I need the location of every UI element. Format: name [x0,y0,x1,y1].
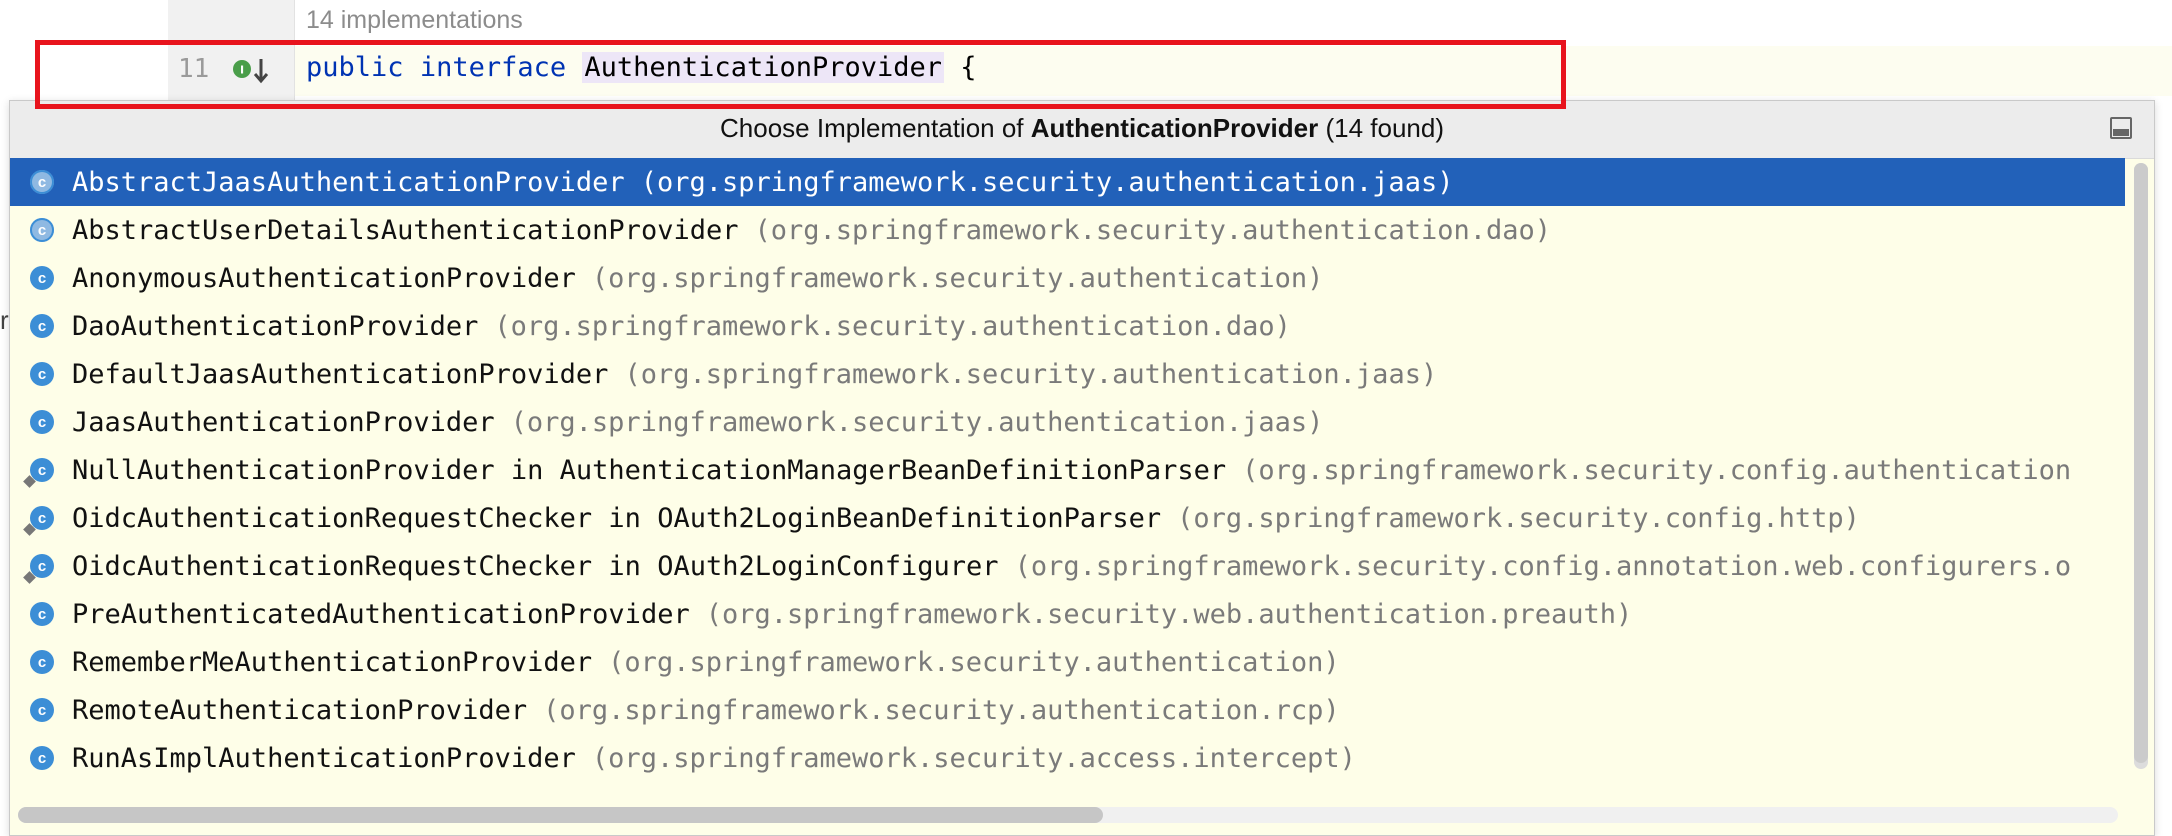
package-name: (org.springframework.security.authentica… [543,694,1340,726]
implemented-gutter-icon[interactable]: I [232,58,272,84]
popup-title-interface: AuthenticationProvider [1030,113,1319,143]
class-icon-letter: c [37,509,47,527]
popup-title-count: (14 found) [1318,113,1444,143]
class-icon-letter: c [37,653,47,671]
keyword-public: public [306,52,404,83]
list-item[interactable]: c NullAuthenticationProvider in Authentic… [10,446,2125,494]
package-name: (org.springframework.security.config.htt… [1177,502,1860,534]
class-name: JaasAuthenticationProvider [72,406,495,438]
implementation-list: c AbstractJaasAuthenticationProvider (org.… [10,158,2125,778]
class-name: RunAsImplAuthenticationProvider [72,742,576,774]
list-item[interactable]: c RemoteAuthenticationProvider (org.spring… [10,686,2125,734]
package-name: (org.springframework.security.authentica… [608,646,1340,678]
class-icon-letter: c [37,461,47,479]
package-name: (org.springframework.security.access.int… [591,742,1356,774]
list-item[interactable]: c OidcAuthenticationRequestChecker in OAu… [10,494,2125,542]
class-name: AnonymousAuthenticationProvider [72,262,576,294]
list-item[interactable]: c JaasAuthenticationProvider (org.springfr… [10,398,2125,446]
class-icon-letter: c [37,365,47,383]
class-icon: c [30,314,54,338]
list-item[interactable]: c AnonymousAuthenticationProvider (org.spr… [10,254,2125,302]
class-name: NullAuthenticationProvider in Authentica… [72,454,1227,486]
inner-class-icon: c [30,554,54,578]
class-icon-letter: c [37,557,47,575]
class-name: OidcAuthenticationRequestChecker in OAut… [72,502,1162,534]
popup-title-prefix: Choose Implementation of [720,113,1031,143]
list-item[interactable]: c OidcAuthenticationRequestChecker in OAu… [10,542,2125,590]
class-icon: c [30,650,54,674]
left-edge-text: r [0,305,9,335]
keyword-interface: interface [419,52,567,83]
class-name: RememberMeAuthenticationProvider [72,646,593,678]
popup-header: Choose Implementation of AuthenticationP… [10,101,2154,159]
list-item[interactable]: c RememberMeAuthenticationProvider (org.sp… [10,638,2125,686]
package-name: (org.springframework.security.config.aut… [1242,454,2072,486]
class-icon-letter: c [37,605,47,623]
package-name: (org.springframework.security.authentica… [754,214,1551,246]
horizontal-scrollbar-thumb[interactable] [18,807,1103,823]
inner-class-icon: c [30,458,54,482]
horizontal-scrollbar[interactable] [18,807,2118,823]
class-icon-letter: c [37,413,47,431]
choose-implementation-popup: Choose Implementation of AuthenticationP… [9,100,2155,836]
class-name: DaoAuthenticationProvider [72,310,479,342]
vertical-scrollbar-thumb[interactable] [2134,163,2148,763]
class-icon: c [30,266,54,290]
list-item[interactable]: c AbstractUserDetailsAuthenticationProvid… [10,206,2125,254]
code-line: public interface AuthenticationProvider … [306,52,977,83]
inner-class-icon: c [30,506,54,530]
list-item[interactable]: c DaoAuthenticationProvider (org.springfra… [10,302,2125,350]
open-in-window-icon[interactable] [2110,117,2132,139]
list-item[interactable]: c DefaultJaasAuthenticationProvider (org.s… [10,350,2125,398]
class-icon-letter: c [37,701,47,719]
package-name: (org.springframework.security.authentica… [494,310,1291,342]
package-name: (org.springframework.security.authentica… [624,358,1438,390]
vertical-scrollbar[interactable] [2134,163,2148,769]
open-brace: { [960,52,977,83]
class-name: DefaultJaasAuthenticationProvider [72,358,609,390]
implementations-inlay-hint[interactable]: 14 implementations [306,6,523,35]
class-icon: c [30,362,54,386]
package-name: (org.springframework.security.web.authen… [705,598,1633,630]
abstract-class-icon: c [30,170,54,194]
class-icon-letter: c [37,317,47,335]
class-name: AbstractJaasAuthenticationProvider [72,166,625,198]
class-icon-letter: c [37,173,47,191]
class-icon-letter: c [37,269,47,287]
popup-title: Choose Implementation of AuthenticationP… [10,113,2154,144]
class-name: PreAuthenticatedAuthenticationProvider [72,598,690,630]
class-icon: c [30,410,54,434]
abstract-class-icon: c [30,218,54,242]
class-name: RemoteAuthenticationProvider [72,694,528,726]
class-icon-letter: c [37,749,47,767]
class-name: AbstractUserDetailsAuthenticationProvide… [72,214,739,246]
list-item[interactable]: c PreAuthenticatedAuthenticationProvider (… [10,590,2125,638]
package-name: (org.springframework.security.authentica… [510,406,1324,438]
line-number: 11 [178,54,210,84]
interface-name[interactable]: AuthenticationProvider [582,52,945,83]
svg-text:I: I [240,64,244,77]
class-icon: c [30,746,54,770]
list-item[interactable]: c RunAsImplAuthenticationProvider (org.spr… [10,734,2125,778]
package-name: (org.springframework.security.authentica… [591,262,1324,294]
package-name: (org.springframework.security.authentica… [640,166,1454,198]
class-name: OidcAuthenticationRequestChecker in OAut… [72,550,999,582]
package-name: (org.springframework.security.config.ann… [1014,550,2072,582]
list-item[interactable]: c AbstractJaasAuthenticationProvider (org.… [10,158,2125,206]
class-icon: c [30,698,54,722]
class-icon-letter: c [37,221,47,239]
class-icon: c [30,602,54,626]
